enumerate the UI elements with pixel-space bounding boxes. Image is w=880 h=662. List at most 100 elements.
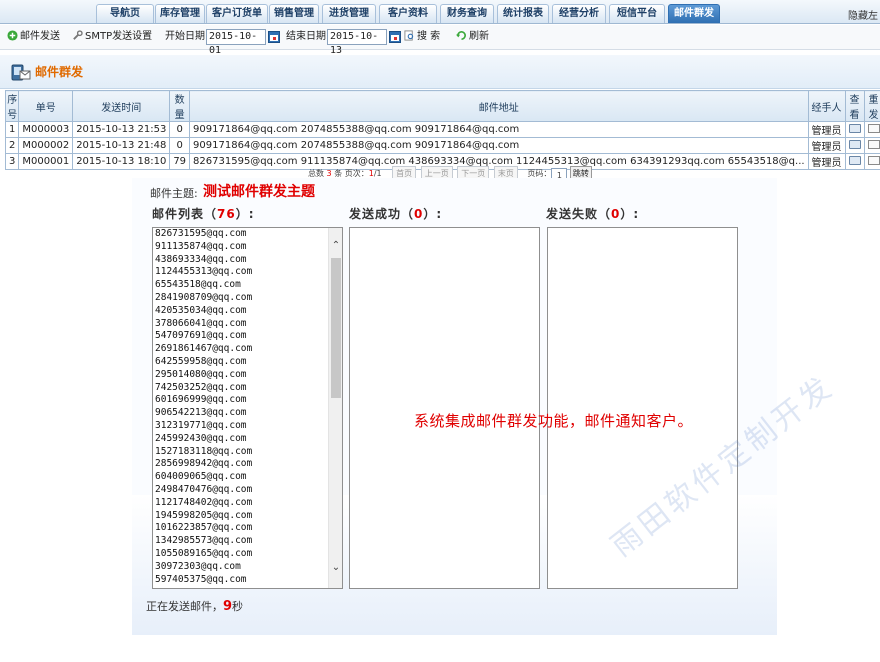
tab-purchase[interactable]: 进货管理 xyxy=(322,4,376,23)
tab-analysis[interactable]: 经营分析 xyxy=(552,4,606,23)
tab-customer-data[interactable]: 客户资料 xyxy=(379,4,437,23)
email-list-item: 420535034@qq.com xyxy=(155,304,247,316)
tab-inventory[interactable]: 库存管理 xyxy=(155,4,205,23)
email-list-item: 1124455313@qq.com xyxy=(155,266,253,278)
search-doc-icon xyxy=(404,30,414,41)
smtp-settings-label: SMTP发送设置 xyxy=(85,31,153,42)
email-list-label-suffix: ）: xyxy=(235,207,255,221)
send-email-label: 邮件发送 xyxy=(20,31,60,42)
hide-left-link[interactable]: 隐藏左 xyxy=(848,7,878,22)
view-cell xyxy=(844,153,865,170)
email-list-item: 245992430@qq.com xyxy=(155,432,247,444)
email-list-item: 2498470476@qq.com xyxy=(155,483,253,495)
email-list-scrollbar[interactable]: ⌃ ⌄ xyxy=(328,228,342,588)
refresh-button[interactable]: 刷新 xyxy=(456,30,489,44)
cell-handler: 管理员 xyxy=(807,137,846,154)
page-title: 邮件群发 xyxy=(35,65,84,79)
pager-total-suffix: 条 页次： xyxy=(334,169,369,178)
cell-handler: 管理员 xyxy=(807,153,846,170)
send-fail-count: 0 xyxy=(611,207,621,221)
cell-order-no: M000002 xyxy=(18,137,74,154)
cell-order-no: M000001 xyxy=(18,153,74,170)
view-icon[interactable] xyxy=(848,155,861,165)
tab-mass-email[interactable]: 邮件群发 xyxy=(668,4,720,23)
scroll-up-icon[interactable]: ⌃ xyxy=(330,240,342,252)
scroll-thumb[interactable] xyxy=(331,258,341,398)
page-header: 邮件群发 xyxy=(0,55,880,89)
view-icon[interactable] xyxy=(848,123,861,133)
cell-emails: 909171864@qq.com 2074855388@qq.com 90917… xyxy=(189,137,809,154)
resend-cell xyxy=(863,121,880,138)
status-prefix: 正在发送邮件， xyxy=(146,600,223,613)
column-header[interactable]: 重发 xyxy=(863,90,880,122)
view-icon[interactable] xyxy=(848,139,861,149)
column-header[interactable]: 邮件地址 xyxy=(189,90,809,122)
tab-sms[interactable]: 短信平台 xyxy=(609,4,665,23)
start-date-input[interactable]: 2015-10-01 xyxy=(206,29,266,56)
email-list-item: 2841908709@qq.com xyxy=(155,291,253,303)
cell-send-time: 2015-10-13 21:53 xyxy=(72,121,171,138)
email-list-item: 597405375@qq.com xyxy=(155,573,247,585)
email-list-item: 1016223857@qq.com xyxy=(155,522,253,534)
page-number-label: 页码： xyxy=(527,169,552,178)
column-header[interactable]: 发送时间 xyxy=(72,90,171,122)
toolbar: 邮件发送 SMTP发送设置 开始日期: 2015-10-01 结束日期: 201… xyxy=(0,25,880,56)
tab-customer-orders[interactable]: 客户订货单 xyxy=(206,4,268,23)
search-label: 搜 索 xyxy=(417,31,441,42)
email-list-item: 295014080@qq.com xyxy=(155,368,247,380)
tab-reports[interactable]: 统计报表 xyxy=(497,4,549,23)
email-list-item: 438693334@qq.com xyxy=(155,253,247,265)
top-nav: 导航页 库存管理 客户订货单 销售管理 进货管理 客户资料 财务查询 统计报表 … xyxy=(0,0,880,24)
send-email-button[interactable]: 邮件发送 xyxy=(7,30,60,44)
start-date-label: 开始日期: xyxy=(165,31,209,42)
table-row[interactable]: 2 M000002 2015-10-13 21:48 0 909171864@q… xyxy=(4,137,880,154)
email-list-textarea[interactable]: 826731595@qq.com 911135874@qq.com 43869333… xyxy=(152,227,343,589)
cell-index: 1 xyxy=(4,121,20,138)
email-list-item: 906542213@qq.com xyxy=(155,407,247,419)
email-list-item: 601696999@qq.com xyxy=(155,394,247,406)
calendar-icon[interactable] xyxy=(268,31,280,43)
tab-sales[interactable]: 销售管理 xyxy=(269,4,319,23)
email-list-label: 邮件列表（ xyxy=(152,207,218,221)
wrench-icon xyxy=(73,30,83,40)
email-list-item: 2856998942@qq.com xyxy=(155,458,253,470)
email-list-item: 1121748402@qq.com xyxy=(155,496,253,508)
cell-count: 0 xyxy=(169,121,191,138)
tab-home[interactable]: 导航页 xyxy=(96,4,154,23)
cell-index: 2 xyxy=(4,137,20,154)
column-header[interactable]: 数量 xyxy=(169,90,191,122)
resend-envelope-icon[interactable] xyxy=(867,155,880,165)
calendar-icon[interactable] xyxy=(389,31,401,43)
smtp-settings-button[interactable]: SMTP发送设置 xyxy=(72,30,152,44)
table-row[interactable]: 1 M000003 2015-10-13 21:53 0 909171864@q… xyxy=(4,121,880,138)
pager-total: 3 xyxy=(326,169,332,178)
email-list-item: 911135874@qq.com xyxy=(155,240,247,252)
column-header[interactable]: 单号 xyxy=(18,90,74,122)
view-cell xyxy=(844,121,865,138)
tab-finance[interactable]: 财务查询 xyxy=(440,4,494,23)
view-cell xyxy=(844,137,865,154)
email-list-item: 2691861467@qq.com xyxy=(155,343,253,355)
send-fail-label-suffix: ）: xyxy=(620,207,640,221)
email-list-item: 1055089165@qq.com xyxy=(155,547,253,559)
refresh-label: 刷新 xyxy=(469,31,489,42)
send-success-textarea[interactable] xyxy=(349,227,540,589)
mail-batch-table: 序号 单号 发送时间 数量 邮件地址 经手人 查看 重发 1 M000003 2… xyxy=(4,90,880,170)
resend-envelope-icon[interactable] xyxy=(867,123,880,133)
column-header[interactable]: 查看 xyxy=(844,90,865,122)
column-header[interactable]: 序号 xyxy=(4,90,20,122)
cell-order-no: M000003 xyxy=(18,121,74,138)
pager-total-prefix: 总数 xyxy=(308,169,324,178)
search-button[interactable]: 搜 索 xyxy=(404,30,440,44)
cell-index: 3 xyxy=(4,153,20,170)
email-list-item: 547097691@qq.com xyxy=(155,330,247,342)
email-list-item: 1342985573@qq.com xyxy=(155,535,253,547)
email-list-item: 642559958@qq.com xyxy=(155,355,247,367)
column-header[interactable]: 经手人 xyxy=(807,90,846,122)
end-date-input[interactable]: 2015-10-13 xyxy=(327,29,387,56)
resend-envelope-icon[interactable] xyxy=(867,139,880,149)
cell-count: 0 xyxy=(169,137,191,154)
scroll-down-icon[interactable]: ⌄ xyxy=(330,562,342,574)
email-list-item: 65543518@qq.com xyxy=(155,279,241,291)
send-fail-label: 发送失败（ xyxy=(546,207,612,221)
